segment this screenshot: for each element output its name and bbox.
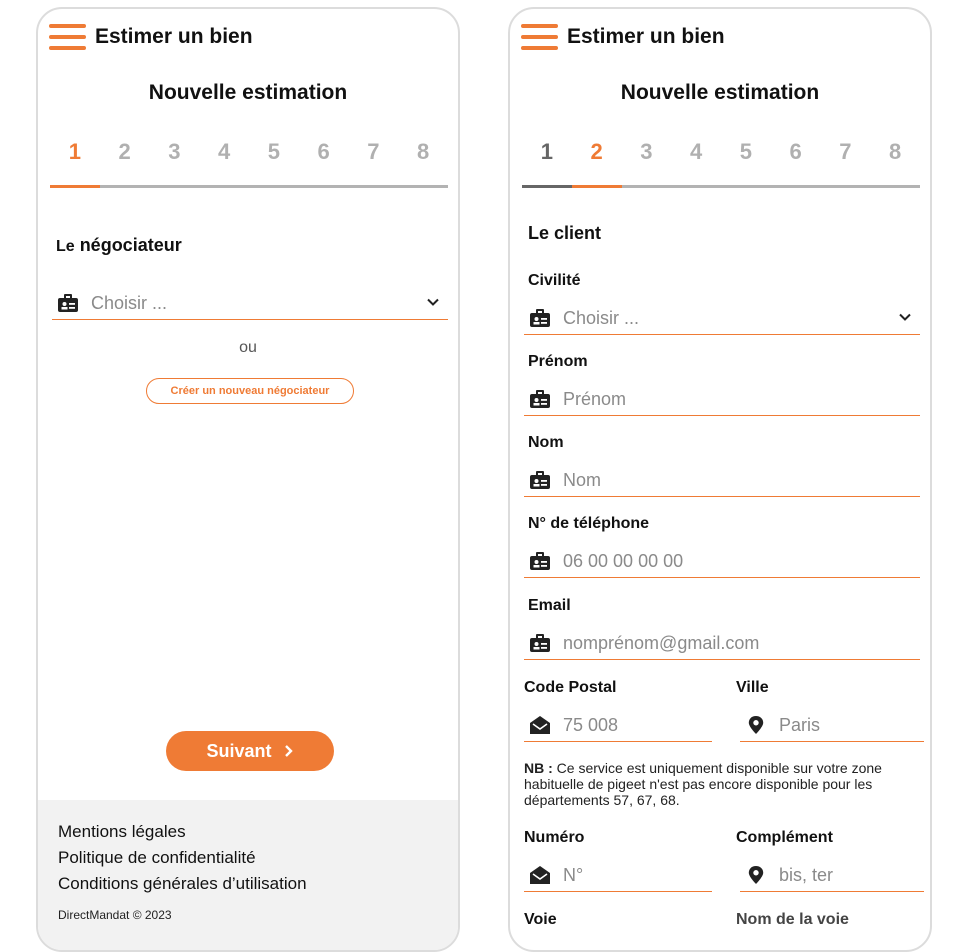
civility-placeholder: Choisir ... xyxy=(563,307,640,328)
phone-label: N° de téléphone xyxy=(528,515,650,532)
footer-link-legal[interactable]: Mentions légales xyxy=(58,822,186,842)
chevron-right-icon xyxy=(284,745,293,757)
stepper: 1 2 3 4 5 6 7 8 xyxy=(522,139,920,165)
next-button[interactable]: Suivant xyxy=(166,731,334,771)
email-placeholder: nomprénom@gmail.com xyxy=(563,632,760,653)
complement-label: Complément xyxy=(736,829,833,846)
screen-negotiator: Estimer un bien Nouvelle estimation 1 2 … xyxy=(36,7,460,952)
firstname-input[interactable]: Prénom xyxy=(524,383,920,416)
number-placeholder: N° xyxy=(563,864,584,885)
number-label: Numéro xyxy=(524,829,585,846)
lastname-label: Nom xyxy=(528,434,564,451)
civility-label: Civilité xyxy=(528,272,581,289)
id-badge-icon xyxy=(58,294,78,312)
page-title: Nouvelle estimation xyxy=(148,81,348,104)
step-2[interactable]: 2 xyxy=(100,139,150,165)
app-title: Estimer un bien xyxy=(95,25,253,48)
complement-placeholder: bis, ter xyxy=(779,864,834,885)
stepper-progress xyxy=(50,185,448,188)
lastname-placeholder: Nom xyxy=(563,469,602,490)
street-type-label: Voie xyxy=(524,911,557,928)
envelope-open-icon xyxy=(530,866,550,884)
stepper-progress xyxy=(522,185,920,188)
map-pin-icon xyxy=(748,716,764,734)
id-badge-icon xyxy=(530,390,550,408)
step-6[interactable]: 6 xyxy=(771,139,821,165)
email-label: Email xyxy=(528,597,571,614)
app-title: Estimer un bien xyxy=(567,25,725,48)
firstname-placeholder: Prénom xyxy=(563,388,627,409)
service-note: NB : Ce service est uniquement disponibl… xyxy=(524,760,882,808)
step-8[interactable]: 8 xyxy=(398,139,448,165)
stepper-active-segment xyxy=(572,185,622,188)
step-3[interactable]: 3 xyxy=(150,139,200,165)
stepper: 1 2 3 4 5 6 7 8 xyxy=(50,139,448,165)
civility-select[interactable]: Choisir ... xyxy=(524,302,920,335)
postal-code-placeholder: 75 008 xyxy=(563,714,619,735)
street-name-label: Nom de la voie xyxy=(736,911,849,928)
next-button-label: Suivant xyxy=(206,740,272,761)
id-badge-icon xyxy=(530,634,550,652)
postal-code-label: Code Postal xyxy=(524,679,617,696)
negotiator-select[interactable]: Choisir ... xyxy=(52,287,448,320)
step-1[interactable]: 1 xyxy=(522,139,572,165)
create-negotiator-button[interactable]: Créer un nouveau négociateur xyxy=(146,378,354,404)
copyright: DirectMandat © 2023 xyxy=(58,908,172,922)
phone-input[interactable]: 06 00 00 00 00 xyxy=(524,545,920,578)
stepper-active-segment xyxy=(50,185,100,188)
step-2[interactable]: 2 xyxy=(572,139,622,165)
page-title: Nouvelle estimation xyxy=(620,81,820,104)
id-badge-icon xyxy=(530,552,550,570)
city-label: Ville xyxy=(736,679,769,696)
email-input[interactable]: nomprénom@gmail.com xyxy=(524,627,920,660)
footer-link-privacy[interactable]: Politique de confidentialité xyxy=(58,848,256,868)
step-4[interactable]: 4 xyxy=(199,139,249,165)
select-placeholder: Choisir ... xyxy=(91,292,168,313)
footer: Mentions légales Politique de confidenti… xyxy=(38,800,458,950)
step-3[interactable]: 3 xyxy=(622,139,672,165)
section-title: Le négociateur xyxy=(56,235,182,255)
step-8[interactable]: 8 xyxy=(870,139,920,165)
city-input[interactable]: Paris xyxy=(740,709,924,742)
step-4[interactable]: 4 xyxy=(671,139,721,165)
id-badge-icon xyxy=(530,471,550,489)
stepper-done-segment xyxy=(522,185,572,188)
step-1[interactable]: 1 xyxy=(50,139,100,165)
chevron-down-icon xyxy=(899,313,911,321)
city-placeholder: Paris xyxy=(779,714,821,735)
postal-code-input[interactable]: 75 008 xyxy=(524,709,712,742)
app-bar: Estimer un bien xyxy=(49,23,253,51)
envelope-open-icon xyxy=(530,716,550,734)
step-7[interactable]: 7 xyxy=(821,139,871,165)
firstname-label: Prénom xyxy=(528,353,588,370)
lastname-input[interactable]: Nom xyxy=(524,464,920,497)
or-separator: ou xyxy=(239,339,257,356)
id-badge-icon xyxy=(530,309,550,327)
step-6[interactable]: 6 xyxy=(299,139,349,165)
map-pin-icon xyxy=(748,866,764,884)
step-5[interactable]: 5 xyxy=(721,139,771,165)
complement-input[interactable]: bis, ter xyxy=(740,859,924,892)
footer-link-terms[interactable]: Conditions générales d’utilisation xyxy=(58,874,307,894)
step-7[interactable]: 7 xyxy=(349,139,399,165)
section-title: Le client xyxy=(528,223,602,243)
step-5[interactable]: 5 xyxy=(249,139,299,165)
menu-icon[interactable] xyxy=(521,24,558,50)
menu-icon[interactable] xyxy=(49,24,86,50)
app-bar: Estimer un bien xyxy=(521,23,725,51)
chevron-down-icon xyxy=(427,298,439,306)
screen-client: Estimer un bien Nouvelle estimation 1 2 … xyxy=(508,7,932,952)
number-input[interactable]: N° xyxy=(524,859,712,892)
phone-placeholder: 06 00 00 00 00 xyxy=(563,550,684,571)
